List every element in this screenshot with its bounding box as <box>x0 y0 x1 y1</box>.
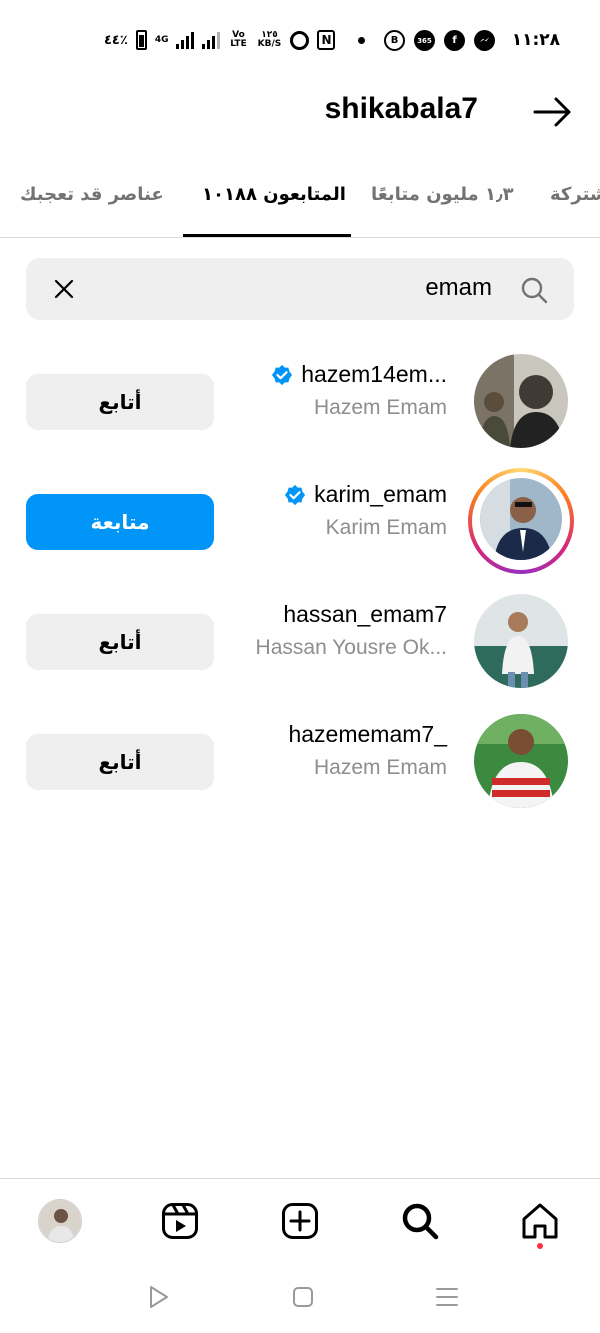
follower-row[interactable]: hazem14em... Hazem Emam أتابع <box>0 344 600 464</box>
avatar[interactable] <box>474 714 568 808</box>
active-tab-indicator <box>183 234 351 237</box>
battery-percent: ٤٤٪ <box>104 32 128 48</box>
follower-row[interactable]: karim_emam Karim Emam متابعة <box>0 464 600 584</box>
reels-icon[interactable] <box>158 1199 202 1243</box>
follower-full-name: Hazem Emam <box>313 756 447 779</box>
follower-handle[interactable]: karim_emam <box>284 481 447 508</box>
home-square-icon[interactable] <box>290 1284 316 1310</box>
create-post-icon[interactable] <box>278 1199 322 1243</box>
follow-button[interactable]: أتابع <box>26 734 214 790</box>
profile-username: shikabala7 <box>324 92 478 125</box>
app-365-icon: 365 <box>414 30 435 51</box>
follower-handle[interactable]: hazem14em... <box>271 361 447 388</box>
handle-text: karim_emam <box>314 481 447 507</box>
follow-button[interactable]: أتابع <box>26 614 214 670</box>
home-icon[interactable] <box>518 1199 562 1243</box>
system-nav-bar <box>0 1262 600 1333</box>
following-button[interactable]: متابعة <box>26 494 214 550</box>
network-speed: ١٢٥ KB/S <box>256 31 282 49</box>
status-bar: ٤٤٪ 4G Vo LTE ١٢٥ KB/S N B 365 f ١١:٢٨ <box>0 0 600 80</box>
follow-button[interactable]: أتابع <box>26 374 214 430</box>
signal-2-icon <box>202 31 221 49</box>
follower-row[interactable]: hazememam7_ Hazem Emam أتابع <box>0 704 600 824</box>
search-icon <box>520 276 548 304</box>
battery-icon <box>135 30 147 50</box>
notification-dot <box>537 1243 543 1249</box>
network-type: 4G <box>154 34 169 45</box>
app-b-icon: B <box>384 30 405 51</box>
follower-row[interactable]: hassan_emam7 Hassan Yousre Ok... أتابع <box>0 584 600 704</box>
arrow-right-icon[interactable] <box>532 96 574 128</box>
handle-text: hazememam7_ <box>288 721 447 747</box>
notification-icons: B 365 f <box>358 30 495 51</box>
bottom-nav <box>0 1178 600 1262</box>
header: shikabala7 <box>0 80 600 144</box>
profile-tabs: عناصر قد تعجبك المتابعون ١٠١٨٨ ١٫٣ مليون… <box>0 168 600 238</box>
nav-profile[interactable] <box>38 1199 82 1243</box>
status-left-group: ٤٤٪ 4G Vo LTE ١٢٥ KB/S N <box>104 30 336 50</box>
close-icon[interactable] <box>52 277 76 301</box>
follower-full-name: Hazem Emam <box>313 396 447 419</box>
clock: ١١:٢٨ <box>511 30 560 50</box>
tab-followers[interactable]: المتابعون ١٠١٨٨ <box>202 184 346 205</box>
nfc-icon: N <box>317 30 336 50</box>
handle-text: hazem14em... <box>301 361 447 387</box>
search-icon[interactable] <box>398 1199 442 1243</box>
follower-handle[interactable]: hassan_emam7 <box>283 601 447 628</box>
avatar[interactable] <box>474 354 568 448</box>
recents-menu-icon[interactable] <box>434 1284 460 1310</box>
volte-indicator: Vo LTE <box>230 30 247 49</box>
speed-unit: KB/S <box>257 39 282 49</box>
signal-icon <box>176 31 195 49</box>
alarm-icon <box>290 30 310 50</box>
messenger-icon <box>474 30 495 51</box>
tab-mutual[interactable]: شتركة <box>550 184 600 205</box>
facebook-icon: f <box>444 30 465 51</box>
verified-badge-icon <box>284 484 306 505</box>
more-notifications-dot <box>358 37 365 44</box>
avatar[interactable] <box>480 478 562 560</box>
profile-avatar[interactable] <box>38 1199 82 1243</box>
tab-following[interactable]: ١٫٣ مليون متابعًا <box>371 184 514 205</box>
verified-badge-icon <box>272 364 293 385</box>
back-triangle-icon[interactable] <box>146 1284 172 1310</box>
follower-full-name: Hassan Yousre Ok... <box>255 636 447 659</box>
tab-suggested[interactable]: عناصر قد تعجبك <box>20 184 164 205</box>
search-input[interactable]: emam <box>425 274 492 302</box>
avatar[interactable] <box>474 594 568 688</box>
search-bar[interactable]: emam <box>26 258 574 320</box>
follower-full-name: Karim Emam <box>325 516 447 539</box>
handle-text: hassan_emam7 <box>283 601 447 627</box>
follower-handle[interactable]: hazememam7_ <box>288 721 447 748</box>
